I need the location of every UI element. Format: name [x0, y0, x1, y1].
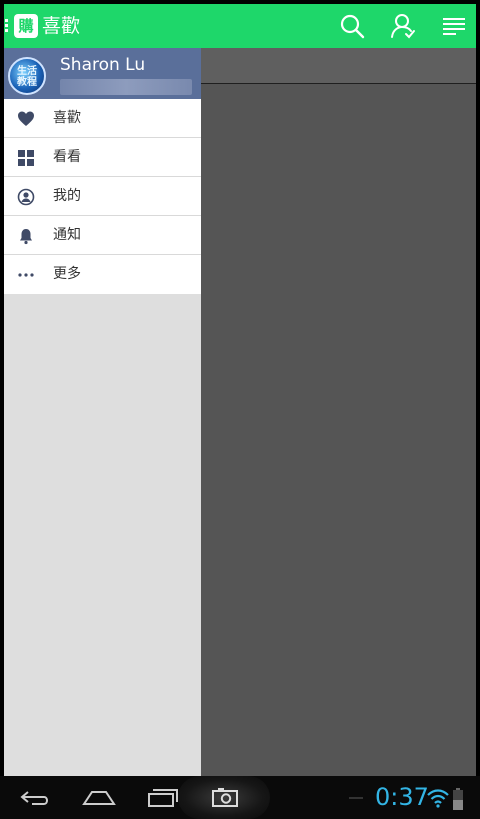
system-navigation-bar: 0:37	[0, 776, 480, 819]
heart-icon	[17, 110, 35, 128]
separator	[349, 797, 363, 799]
page-title: 喜歡	[42, 15, 81, 37]
profile-circle-icon	[17, 188, 35, 206]
user-icon[interactable]	[389, 12, 417, 40]
recent-apps-icon[interactable]	[146, 784, 180, 810]
menu-item-more[interactable]: 更多	[4, 255, 201, 294]
menu-item-label: 看看	[53, 149, 81, 165]
search-icon[interactable]	[338, 12, 366, 40]
menu-item-like[interactable]: 喜歡	[4, 99, 201, 138]
profile-header[interactable]: 生活 教程 Sharon Lu	[4, 48, 201, 99]
navigation-drawer: 生活 教程 Sharon Lu 喜歡 看看 我的 通知 更多	[4, 48, 201, 776]
more-dots-icon	[17, 266, 35, 284]
grid-icon	[17, 149, 35, 167]
camera-icon[interactable]	[210, 784, 240, 810]
menu-item-label: 喜歡	[53, 110, 81, 126]
overflow-dots-icon[interactable]	[5, 19, 8, 33]
menu-item-label: 更多	[53, 266, 81, 282]
bell-icon	[17, 227, 35, 245]
home-icon[interactable]	[82, 784, 116, 810]
avatar-text: 生活 教程	[17, 66, 37, 88]
drawer-menu: 喜歡 看看 我的 通知 更多	[4, 99, 201, 294]
app-bar: 購 喜歡	[4, 4, 476, 48]
profile-subtitle-blurred	[60, 79, 192, 95]
status-clock: 0:37	[375, 783, 429, 811]
battery-icon	[453, 786, 463, 812]
menu-item-browse[interactable]: 看看	[4, 138, 201, 177]
wifi-icon	[427, 786, 449, 812]
app-logo[interactable]: 購	[14, 14, 38, 38]
menu-item-notifications[interactable]: 通知	[4, 216, 201, 255]
avatar[interactable]: 生活 教程	[8, 57, 46, 95]
profile-name: Sharon Lu	[60, 55, 146, 75]
menu-item-label: 我的	[53, 188, 81, 204]
app-window: 購 喜歡 生活 教程 Sharon Lu 喜歡 看看 我的 通知 更多	[4, 4, 476, 776]
menu-item-mine[interactable]: 我的	[4, 177, 201, 216]
menu-lines-icon[interactable]	[440, 12, 468, 40]
back-icon[interactable]	[18, 784, 52, 810]
content-header-strip	[201, 48, 476, 84]
menu-item-label: 通知	[53, 227, 81, 243]
